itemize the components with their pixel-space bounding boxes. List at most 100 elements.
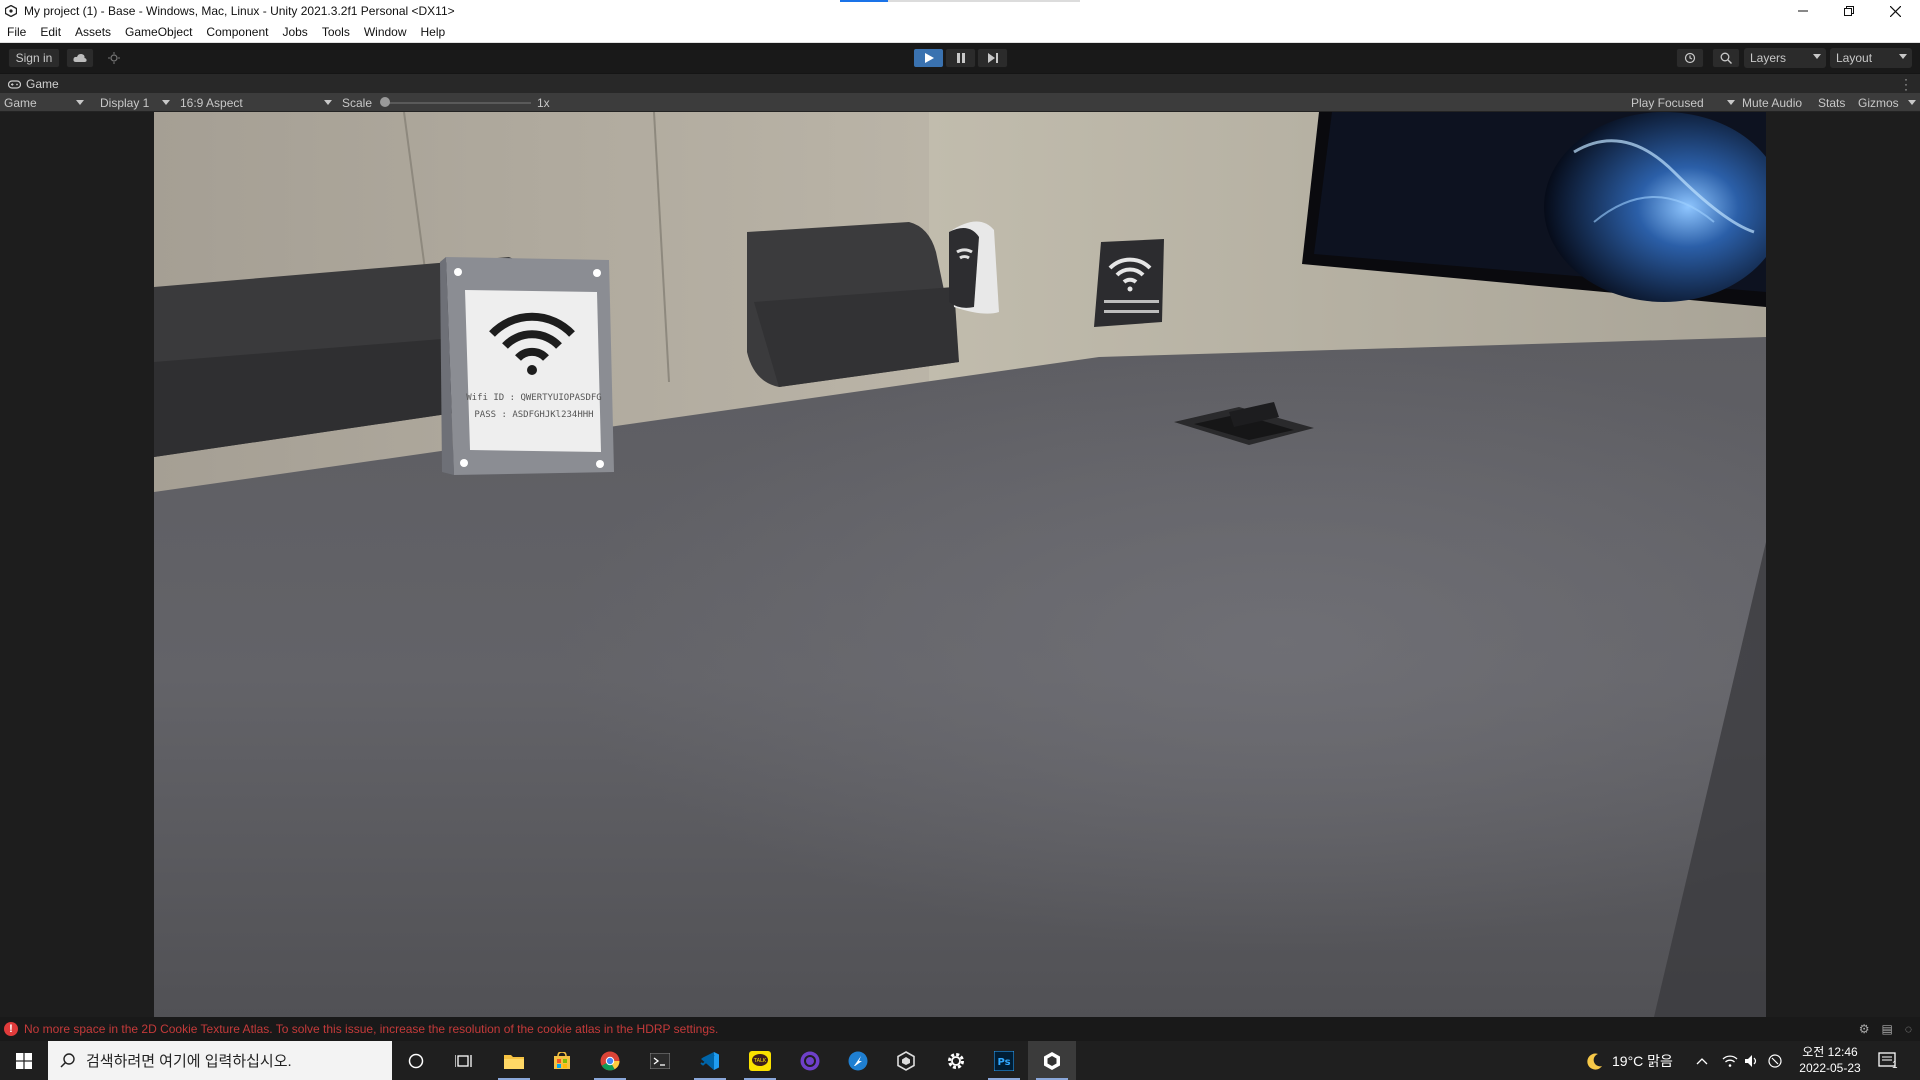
play-button[interactable] xyxy=(913,48,944,68)
wifi-sign-back-left xyxy=(949,221,999,314)
task-view-button[interactable] xyxy=(440,1041,488,1080)
close-button[interactable] xyxy=(1872,0,1918,22)
taskbar-search[interactable]: 검색하려면 여기에 입력하십시오. xyxy=(48,1041,392,1080)
speaker-icon xyxy=(1745,1054,1757,1067)
collab-button[interactable] xyxy=(100,48,128,68)
menu-bar: File Edit Assets GameObject Component Jo… xyxy=(0,22,1920,43)
unity-icon xyxy=(1044,1051,1060,1070)
scale-slider-handle[interactable] xyxy=(380,97,390,107)
game-mode-dropdown[interactable]: Game xyxy=(4,93,86,112)
notification-count: 1 xyxy=(1892,1060,1898,1071)
sourcetree-button[interactable] xyxy=(834,1041,882,1080)
menu-window[interactable]: Window xyxy=(357,25,414,39)
folder-icon xyxy=(504,1054,524,1069)
wifi-sign-back-right xyxy=(1094,239,1164,327)
sourcetree-icon xyxy=(848,1051,868,1070)
svg-text:Ps: Ps xyxy=(997,1057,1010,1068)
display-label: Display 1 xyxy=(100,95,150,110)
menu-component[interactable]: Component xyxy=(199,25,275,39)
wifi-icon xyxy=(1722,1054,1738,1067)
window-titlebar: My project (1) - Base - Windows, Mac, Li… xyxy=(0,0,1920,22)
chevron-down-icon xyxy=(76,100,84,105)
mute-audio-toggle[interactable]: Mute Audio xyxy=(1742,93,1802,112)
chevron-down-icon xyxy=(1813,54,1821,59)
menu-gameobject[interactable]: GameObject xyxy=(118,25,199,39)
network-status[interactable] xyxy=(1722,1041,1738,1080)
window-title: My project (1) - Base - Windows, Mac, Li… xyxy=(24,4,455,18)
game-mode-label: Game xyxy=(4,95,37,110)
notification-center[interactable]: 1 xyxy=(1878,1041,1898,1080)
clock-time: 오전 12:46 xyxy=(1802,1045,1858,1059)
console-message[interactable]: No more space in the 2D Cookie Texture A… xyxy=(24,1022,718,1036)
file-explorer-button[interactable] xyxy=(490,1041,538,1080)
restore-icon xyxy=(1844,6,1854,16)
gizmos-dropdown[interactable]: Gizmos xyxy=(1858,93,1916,112)
chevron-up-icon xyxy=(1696,1057,1708,1064)
clock-date: 2022-05-23 xyxy=(1799,1061,1861,1075)
progress-icon[interactable]: ◌ xyxy=(1905,1022,1912,1036)
aspect-dropdown[interactable]: 16:9 Aspect xyxy=(180,93,334,112)
debug-icon[interactable]: ⚙ xyxy=(1859,1022,1870,1036)
console-status-bar[interactable]: ! No more space in the 2D Cookie Texture… xyxy=(0,1017,1920,1041)
windows-logo-icon xyxy=(16,1052,32,1069)
cortana-button[interactable] xyxy=(392,1041,440,1080)
game-viewport[interactable]: Wifi ID : QWERTYUIOPASDFG PASS : ASDFGHJ… xyxy=(154,112,1766,1017)
weather-widget[interactable]: 19°C 맑음 xyxy=(1586,1041,1673,1080)
chrome-button[interactable] xyxy=(586,1041,634,1080)
scale-slider-track[interactable] xyxy=(387,102,531,104)
cloud-button[interactable] xyxy=(66,48,94,68)
menu-assets[interactable]: Assets xyxy=(68,25,118,39)
chrome-icon xyxy=(600,1051,620,1070)
layout-dropdown[interactable]: Layout xyxy=(1830,48,1912,68)
terminal-button[interactable] xyxy=(636,1041,684,1080)
windows-taskbar: 검색하려면 여기에 입력하십시오. TALK Ps 19°C 맑음 오전 12:… xyxy=(0,1041,1920,1080)
back-chair-middle xyxy=(747,222,959,387)
more-options-icon[interactable]: · · · xyxy=(1904,73,1908,95)
stats-toggle[interactable]: Stats xyxy=(1818,93,1845,112)
step-button[interactable] xyxy=(977,48,1008,68)
history-button[interactable] xyxy=(1676,48,1704,68)
display-dropdown[interactable]: Display 1 xyxy=(100,93,172,112)
pause-icon xyxy=(956,53,965,63)
menu-help[interactable]: Help xyxy=(414,25,453,39)
vscode-button[interactable] xyxy=(686,1041,734,1080)
tab-game[interactable]: Game xyxy=(0,74,67,94)
unity-hub-icon xyxy=(897,1050,915,1071)
volume-control[interactable] xyxy=(1744,1041,1760,1080)
moon-icon xyxy=(1587,1053,1602,1070)
title-accent-line xyxy=(840,0,888,2)
scale-label: Scale xyxy=(342,95,373,110)
minimize-icon xyxy=(1798,10,1808,12)
gear-icon xyxy=(948,1052,964,1069)
kakaotalk-button[interactable]: TALK xyxy=(736,1041,784,1080)
layers-dropdown[interactable]: Layers xyxy=(1744,48,1826,68)
meeting-room-scene: Wifi ID : QWERTYUIOPASDFG PASS : ASDFGHJ… xyxy=(154,112,1766,1017)
ms-store-button[interactable] xyxy=(538,1041,586,1080)
unity-hub-button[interactable] xyxy=(882,1041,930,1080)
menu-jobs[interactable]: Jobs xyxy=(275,25,314,39)
github-icon xyxy=(800,1051,820,1070)
unity-editor-button[interactable] xyxy=(1028,1041,1076,1080)
ime-indicator[interactable] xyxy=(1768,1041,1782,1080)
restore-button[interactable] xyxy=(1826,0,1872,22)
menu-file[interactable]: File xyxy=(0,25,33,39)
vscode-icon xyxy=(700,1051,719,1070)
layers-label: Layers xyxy=(1750,51,1787,65)
taskbar-clock[interactable]: 오전 12:46 2022-05-23 xyxy=(1790,1044,1870,1076)
play-focused-dropdown[interactable]: Play Focused xyxy=(1631,93,1735,112)
search-icon xyxy=(1720,52,1732,64)
menu-tools[interactable]: Tools xyxy=(315,25,357,39)
pause-button[interactable] xyxy=(945,48,976,68)
photoshop-button[interactable]: Ps xyxy=(980,1041,1028,1080)
cache-icon[interactable]: ▤ xyxy=(1882,1022,1893,1036)
aspect-label: 16:9 Aspect xyxy=(180,95,243,110)
github-desktop-button[interactable] xyxy=(786,1041,834,1080)
sign-in-button[interactable]: Sign in xyxy=(8,48,60,68)
start-button[interactable] xyxy=(0,1041,48,1080)
minimize-button[interactable] xyxy=(1780,0,1826,22)
tray-chevron[interactable] xyxy=(1696,1041,1708,1080)
gizmos-label: Gizmos xyxy=(1858,95,1899,110)
search-button[interactable] xyxy=(1712,48,1740,68)
settings-button[interactable] xyxy=(932,1041,980,1080)
menu-edit[interactable]: Edit xyxy=(33,25,68,39)
